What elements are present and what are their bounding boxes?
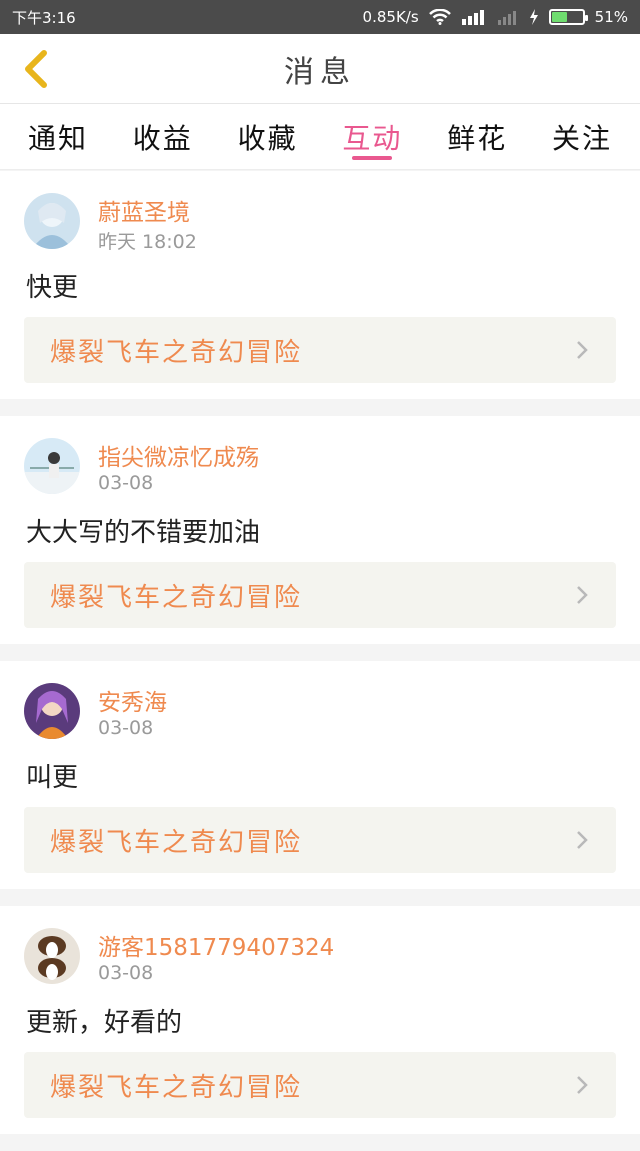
tab-flowers[interactable]: 鲜花 [447,104,507,170]
avatar[interactable] [24,193,80,249]
chevron-right-icon [577,1076,588,1094]
status-bar: 下午3:16 0.85K/s 51% [0,0,640,34]
message-card: 指尖微凉忆成殇 03-08 大大写的不错要加油 爆裂飞车之奇幻冒险 [0,416,640,644]
message-text: 大大写的不错要加油 [26,518,261,548]
avatar[interactable] [24,928,80,984]
username[interactable]: 安秀海 [98,683,167,717]
tab-favorites[interactable]: 收藏 [238,104,298,170]
book-title: 爆裂飞车之奇幻冒险 [50,337,303,368]
timestamp: 昨天 18:02 [98,231,197,253]
chevron-right-icon [577,831,588,849]
status-time: 下午3:16 [12,8,76,27]
network-speed: 0.85K/s [362,8,419,26]
avatar-image-icon [24,683,80,739]
avatar[interactable] [24,438,80,494]
avatar-image-icon [24,193,80,249]
chevron-right-icon [577,586,588,604]
username[interactable]: 游客1581779407324 [98,928,334,962]
message-text: 叫更 [26,763,79,793]
tab-earnings[interactable]: 收益 [133,104,193,170]
username[interactable]: 蔚蓝圣境 [98,193,190,227]
message-card: 安秀海 03-08 叫更 爆裂飞车之奇幻冒险 [0,661,640,889]
tab-interactions[interactable]: 互动 [342,104,402,170]
timestamp: 03-08 [98,717,154,739]
message-text: 更新，好看的 [26,1008,183,1038]
header: 消息 [0,34,640,104]
book-title: 爆裂飞车之奇幻冒险 [50,827,303,858]
book-title: 爆裂飞车之奇幻冒险 [50,582,303,613]
battery-level [551,12,567,22]
message-text: 快更 [26,273,79,303]
timestamp: 03-08 [98,962,154,984]
tab-bar: 通知 收益 收藏 互动 鲜花 关注 [0,104,640,170]
status-right: 0.85K/s 51% [363,8,628,26]
chevron-left-icon [25,50,47,88]
signal-icon [461,10,484,25]
message-list: 蔚蓝圣境 昨天 18:02 快更 爆裂飞车之奇幻冒险 指尖微凉忆成殇 03-08… [0,171,640,1151]
book-link[interactable]: 爆裂飞车之奇幻冒险 [24,1052,616,1118]
tab-following[interactable]: 关注 [552,104,612,170]
battery-icon [548,9,588,25]
charging-icon [529,9,538,25]
avatar-image-icon [24,928,80,984]
wifi-icon [428,9,451,25]
message-card: 游客1581779407324 03-08 更新，好看的 爆裂飞车之奇幻冒险 [0,906,640,1134]
book-link[interactable]: 爆裂飞车之奇幻冒险 [24,807,616,873]
battery-percent: 51% [594,8,628,26]
book-link[interactable]: 爆裂飞车之奇幻冒险 [24,317,616,383]
chevron-right-icon [577,341,588,359]
avatar-image-icon [24,438,80,494]
timestamp: 03-08 [98,472,154,494]
avatar[interactable] [24,683,80,739]
message-card: 蔚蓝圣境 昨天 18:02 快更 爆裂飞车之奇幻冒险 [0,171,640,399]
book-title: 爆裂飞车之奇幻冒险 [50,1072,303,1103]
book-link[interactable]: 爆裂飞车之奇幻冒险 [24,562,616,628]
tab-notifications[interactable]: 通知 [28,104,88,170]
signal-weak-icon [497,11,516,25]
page-title: 消息 [284,54,356,90]
back-button[interactable] [14,46,58,92]
username[interactable]: 指尖微凉忆成殇 [98,438,259,472]
